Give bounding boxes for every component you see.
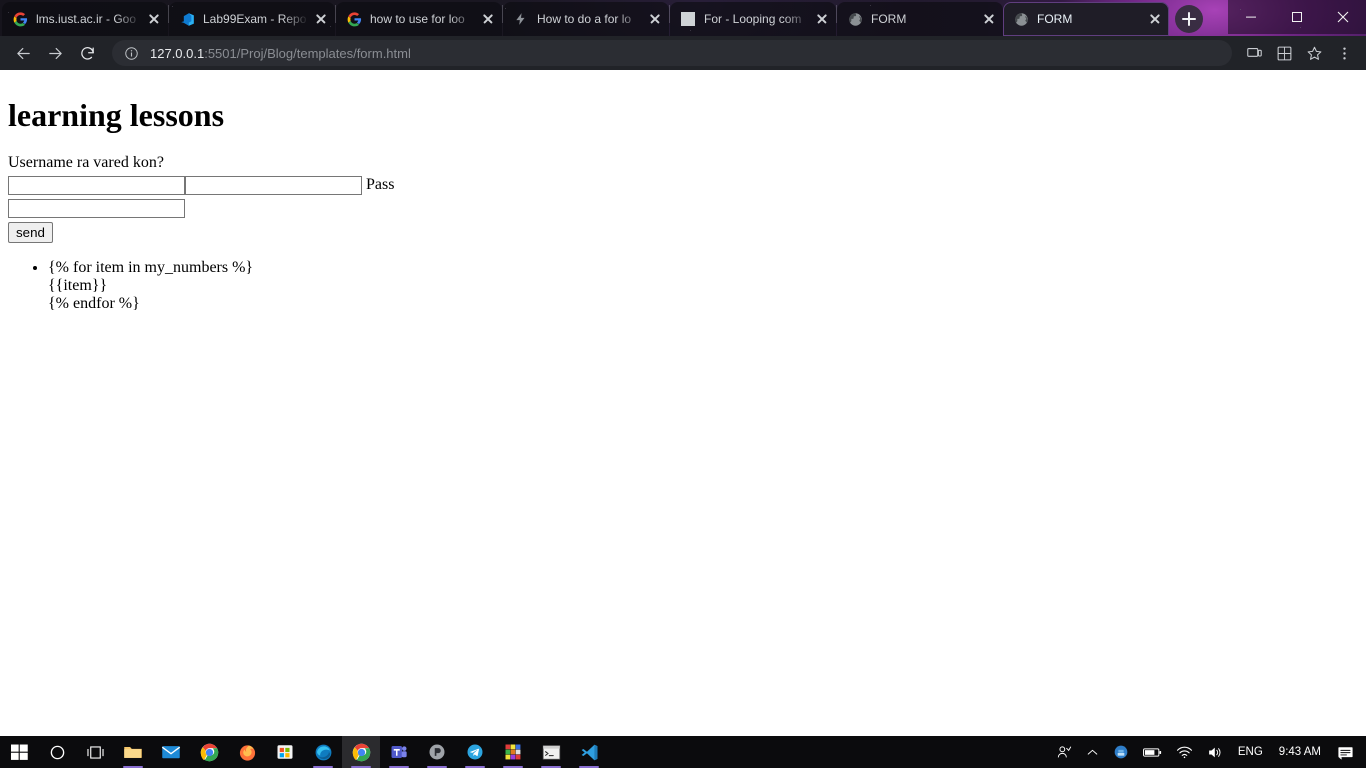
browser-tab-5[interactable]: For - Looping com — [670, 2, 836, 36]
vscode-app[interactable] — [570, 736, 608, 768]
browser-tab-3[interactable]: how to use for loo — [336, 2, 502, 36]
taskbar-apps — [0, 736, 608, 768]
clock[interactable]: 9:43 AM — [1271, 736, 1329, 768]
close-icon[interactable] — [814, 11, 830, 27]
chrome-app[interactable] — [190, 736, 228, 768]
browser-tab-7-active[interactable]: FORM — [1003, 2, 1169, 36]
close-icon[interactable] — [647, 11, 663, 27]
tab-title: FORM — [1037, 12, 1073, 26]
tab-title: How to do a for lo — [537, 12, 632, 26]
battery-icon[interactable] — [1137, 736, 1168, 768]
teams-app[interactable] — [380, 736, 418, 768]
tab-title: FORM — [871, 12, 907, 26]
three-dot-menu-icon[interactable] — [1330, 39, 1358, 67]
wifi-icon[interactable] — [1170, 736, 1199, 768]
search-button[interactable] — [38, 736, 76, 768]
url-host: 127.0.0.1 — [150, 45, 205, 61]
url-path: :5501/Proj/Blog/templates/form.html — [204, 45, 411, 61]
browser-toolbar: 127.0.0.1:5501/Proj/Blog/templates/form.… — [0, 36, 1366, 70]
username-prompt-label: Username ra vared kon? — [8, 153, 164, 171]
send-button[interactable]: send — [8, 221, 53, 243]
url-text: 127.0.0.1:5501/Proj/Blog/templates/form.… — [150, 46, 411, 61]
p-app[interactable] — [418, 736, 456, 768]
template-loop-list: {% for item in my_numbers %}{{item}}{% e… — [8, 259, 1358, 313]
jinja-endfor-line: {% endfor %} — [48, 294, 140, 312]
chevron-up-icon[interactable] — [1080, 736, 1105, 768]
login-form: Username ra vared kon? Pass send — [8, 154, 1358, 243]
task-view-button[interactable] — [76, 736, 114, 768]
notification-icon[interactable] — [1331, 736, 1360, 768]
jinja-for-line: {% for item in my_numbers %} — [48, 258, 254, 276]
browser-window: lms.iust.ac.ir - Goo Lab99Exam - Repo ho… — [0, 0, 1366, 736]
close-icon[interactable] — [313, 11, 329, 27]
command-prompt[interactable] — [532, 736, 570, 768]
tab-strip: lms.iust.ac.ir - Goo Lab99Exam - Repo ho… — [0, 0, 1366, 36]
close-icon[interactable] — [480, 11, 496, 27]
edge-app[interactable] — [304, 736, 342, 768]
username-input[interactable] — [8, 175, 185, 195]
toolbar-actions — [1240, 39, 1358, 67]
browser-tab-1[interactable]: lms.iust.ac.ir - Goo — [2, 2, 168, 36]
blank-page-icon — [680, 11, 696, 27]
cast-icon[interactable] — [1240, 39, 1268, 67]
azure-devops-icon — [179, 11, 195, 27]
lightning-icon — [513, 11, 529, 27]
browser-tab-4[interactable]: How to do a for lo — [503, 2, 669, 36]
google-icon — [346, 11, 362, 27]
windows-taskbar: ENG 9:43 AM — [0, 736, 1366, 768]
microsoft-store[interactable] — [266, 736, 304, 768]
google-icon — [12, 11, 28, 27]
pass-input-top[interactable] — [185, 175, 362, 195]
start-button[interactable] — [0, 736, 38, 768]
rubik-app[interactable] — [494, 736, 532, 768]
close-icon[interactable] — [146, 11, 162, 27]
new-tab-button[interactable] — [1175, 5, 1203, 33]
extensions-puzzle-icon[interactable] — [1270, 39, 1298, 67]
page-content: learning lessons Username ra vared kon? … — [0, 70, 1366, 321]
list-item: {% for item in my_numbers %}{{item}}{% e… — [48, 259, 1358, 313]
password-input[interactable] — [8, 198, 185, 218]
telegram-app[interactable] — [456, 736, 494, 768]
page-title: learning lessons — [8, 97, 225, 133]
language-indicator[interactable]: ENG — [1232, 736, 1269, 768]
system-tray: ENG 9:43 AM — [1050, 736, 1366, 768]
browser-tab-2[interactable]: Lab99Exam - Repo — [169, 2, 335, 36]
firefox-app[interactable] — [228, 736, 266, 768]
tab-title: lms.iust.ac.ir - Goo — [36, 12, 137, 26]
close-icon[interactable] — [981, 11, 997, 27]
globe-icon — [847, 11, 863, 27]
onedrive-status-icon[interactable] — [1107, 736, 1135, 768]
tab-title: Lab99Exam - Repo — [203, 12, 307, 26]
reload-icon[interactable] — [72, 39, 102, 67]
tab-title: how to use for loo — [370, 12, 465, 26]
info-circle-icon[interactable] — [124, 46, 140, 61]
pass-label: Pass — [366, 176, 395, 194]
back-arrow-icon[interactable] — [8, 39, 38, 67]
globe-icon — [1013, 11, 1029, 27]
close-icon[interactable] — [1320, 0, 1366, 34]
minimize-icon[interactable] — [1228, 0, 1274, 34]
page-viewport: learning lessons Username ra vared kon? … — [0, 70, 1366, 736]
mail-app[interactable] — [152, 736, 190, 768]
browser-tab-6[interactable]: FORM — [837, 2, 1003, 36]
forward-arrow-icon[interactable] — [40, 39, 70, 67]
maximize-icon[interactable] — [1274, 0, 1320, 34]
file-explorer[interactable] — [114, 736, 152, 768]
jinja-item-line: {{item}} — [48, 276, 108, 294]
star-icon[interactable] — [1300, 39, 1328, 67]
address-bar[interactable]: 127.0.0.1:5501/Proj/Blog/templates/form.… — [112, 40, 1232, 66]
speaker-icon[interactable] — [1201, 736, 1230, 768]
tab-title: For - Looping com — [704, 12, 802, 26]
close-icon[interactable] — [1147, 11, 1163, 27]
people-icon[interactable] — [1050, 736, 1078, 768]
input-row-top: Pass — [8, 175, 1358, 195]
chrome-window[interactable] — [342, 736, 380, 768]
window-controls — [1228, 0, 1366, 34]
